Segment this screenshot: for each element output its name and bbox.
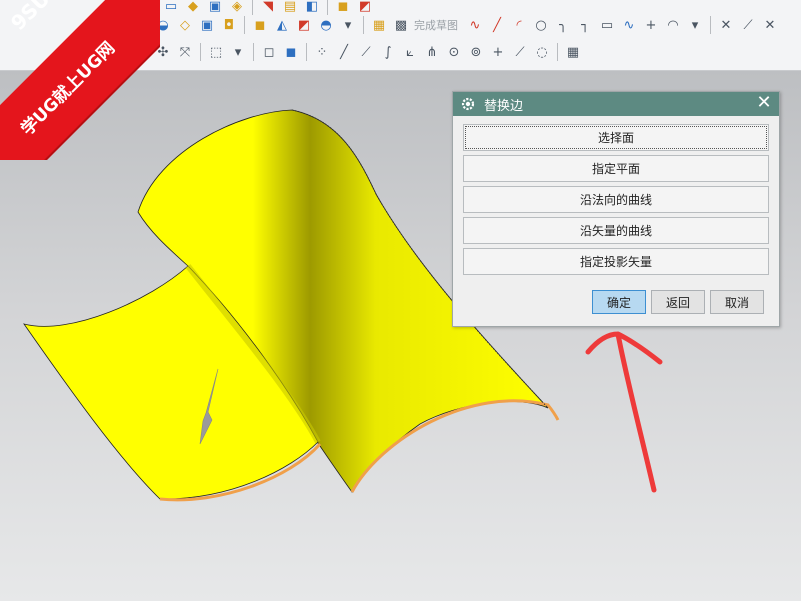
mesh-icon[interactable]: ◩ <box>294 15 314 35</box>
wireframe-icon[interactable]: ◻ <box>259 42 279 62</box>
surface-icon[interactable]: ◭ <box>272 15 292 35</box>
face-icon[interactable]: ◼ <box>250 15 270 35</box>
cancel-button[interactable]: 取消 <box>710 290 764 314</box>
gear-icon <box>460 96 476 112</box>
point-icon[interactable]: + <box>641 15 661 35</box>
box-icon[interactable]: ▣ <box>197 15 217 35</box>
intersection-icon[interactable]: ⟀ <box>400 42 420 62</box>
tangent-icon[interactable]: ⋔ <box>422 42 442 62</box>
watermark-line1: 9SUG <box>6 0 67 35</box>
fillet-icon[interactable]: ╮ <box>553 15 573 35</box>
option-specify-projection-vector[interactable]: 指定投影矢量 <box>463 248 769 275</box>
arc-icon[interactable]: ◜ <box>509 15 529 35</box>
point-on-face-icon[interactable]: ◌ <box>532 42 552 62</box>
close-icon[interactable]: ✕ <box>755 94 773 112</box>
studio-spline-icon[interactable]: ∿ <box>619 15 639 35</box>
dialog-title: 替换边 <box>484 98 524 114</box>
point-set-icon[interactable]: ⁘ <box>312 42 332 62</box>
corner-icon[interactable]: ┐ <box>575 15 595 35</box>
line-snap-icon[interactable]: ╱ <box>334 42 354 62</box>
chamfer-icon[interactable]: ◇ <box>175 15 195 35</box>
select-box-icon[interactable]: ⬚ <box>206 42 226 62</box>
finish-sketch-label[interactable]: 完成草图 <box>414 17 458 33</box>
transform-icon[interactable]: ⤧ <box>175 42 195 62</box>
trim-icon[interactable]: ✕ <box>716 15 736 35</box>
dropdown-chevron-icon[interactable]: ▾ <box>338 15 358 35</box>
line-icon[interactable]: ╱ <box>487 15 507 35</box>
quadrant-icon[interactable]: ⊚ <box>466 42 486 62</box>
shell-icon[interactable]: ◘ <box>219 15 239 35</box>
existing-point-icon[interactable]: + <box>488 42 508 62</box>
rectangle-icon[interactable]: ▭ <box>597 15 617 35</box>
curve-snap-icon[interactable]: ∫ <box>378 42 398 62</box>
annotation-arrow <box>585 331 663 493</box>
point-on-curve-icon[interactable]: ⟋ <box>510 42 530 62</box>
extend-icon[interactable]: ⟋ <box>738 15 758 35</box>
option-curve-along-vector[interactable]: 沿矢量的曲线 <box>463 217 769 244</box>
grid-sketch-icon[interactable]: ▩ <box>391 15 411 35</box>
option-select-face[interactable]: 选择面 <box>463 124 769 151</box>
dropdown-chevron-icon-2[interactable]: ▾ <box>685 15 705 35</box>
ok-button[interactable]: 确定 <box>592 290 646 314</box>
shaded-icon[interactable]: ◼ <box>281 42 301 62</box>
dialog-titlebar[interactable]: 替换边 ✕ <box>453 92 779 116</box>
grid-icon[interactable]: ▦ <box>563 42 583 62</box>
back-button[interactable]: 返回 <box>651 290 705 314</box>
offset-icon[interactable]: ◠ <box>663 15 683 35</box>
watermark-banner: 9SUG 学UG就上UG网 <box>0 0 160 160</box>
corner-trim-icon[interactable]: ✕ <box>760 15 780 35</box>
midpoint-icon[interactable]: ⟋ <box>356 42 376 62</box>
shade-icon[interactable]: ◓ <box>316 15 336 35</box>
option-specify-plane[interactable]: 指定平面 <box>463 155 769 182</box>
center-icon[interactable]: ⊙ <box>444 42 464 62</box>
circle-icon[interactable]: ○ <box>531 15 551 35</box>
finish-sketch-icon[interactable]: ▦ <box>369 15 389 35</box>
dropdown-chevron-icon-4[interactable]: ▾ <box>228 42 248 62</box>
profile-icon[interactable]: ∿ <box>465 15 485 35</box>
option-curve-along-normal[interactable]: 沿法向的曲线 <box>463 186 769 213</box>
replace-edge-dialog: 替换边 ✕ 选择面 指定平面 沿法向的曲线 沿矢量的曲线 指定投影矢量 确定 返… <box>452 91 780 327</box>
